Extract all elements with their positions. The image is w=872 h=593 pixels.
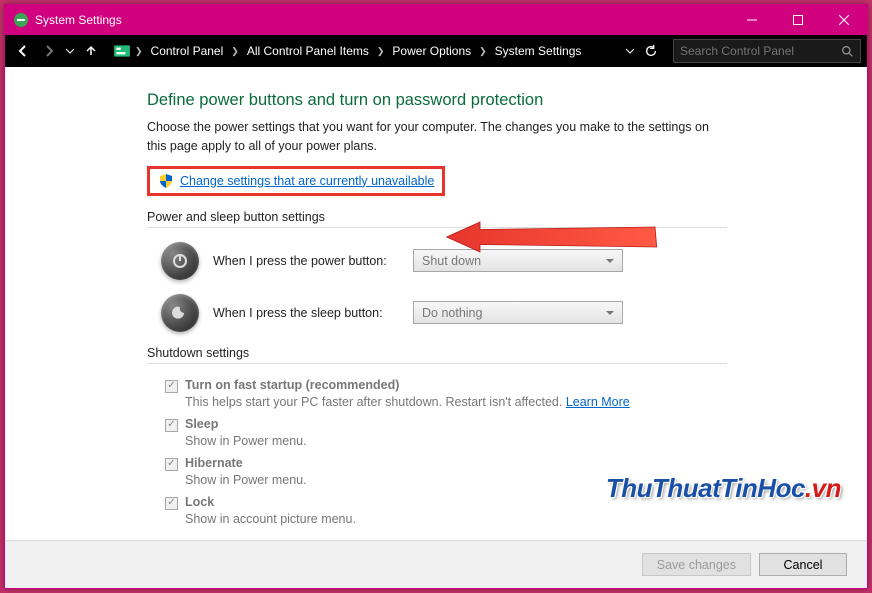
shield-icon — [158, 173, 174, 189]
sleep-button-label: When I press the sleep button: — [213, 306, 399, 320]
hibernate-checkbox[interactable] — [165, 458, 178, 471]
maximize-button[interactable] — [775, 5, 821, 35]
chevron-right-icon: ❯ — [229, 46, 241, 57]
admin-link-highlight: Change settings that are currently unava… — [147, 166, 445, 196]
titlebar: System Settings — [5, 5, 867, 35]
sleep-button-select[interactable]: Do nothing — [413, 301, 623, 324]
nav-up-button[interactable] — [79, 39, 103, 63]
hibernate-label: Hibernate — [185, 456, 243, 470]
sleep-icon — [161, 294, 199, 332]
lock-label: Lock — [185, 495, 214, 509]
power-button-value: Shut down — [422, 254, 481, 268]
lock-desc: Show in account picture menu. — [185, 512, 727, 526]
control-panel-icon — [113, 42, 131, 60]
fast-startup-checkbox[interactable] — [165, 380, 178, 393]
window-title: System Settings — [35, 13, 122, 27]
sleep-checkbox[interactable] — [165, 419, 178, 432]
save-button: Save changes — [642, 553, 751, 576]
page-heading: Define power buttons and turn on passwor… — [147, 91, 727, 110]
page-description: Choose the power settings that you want … — [147, 118, 727, 156]
search-input[interactable] — [680, 44, 841, 58]
lock-checkbox[interactable] — [165, 497, 178, 510]
nav-forward-button[interactable] — [37, 39, 61, 63]
section-power-label: Power and sleep button settings — [147, 210, 727, 224]
breadcrumb[interactable]: All Control Panel Items — [243, 44, 373, 58]
chevron-right-icon: ❯ — [477, 46, 489, 57]
minimize-button[interactable] — [729, 5, 775, 35]
power-button-label: When I press the power button: — [213, 254, 399, 268]
sleep-option-desc: Show in Power menu. — [185, 434, 727, 448]
breadcrumb[interactable]: Control Panel — [147, 44, 228, 58]
divider — [147, 227, 727, 228]
fast-startup-label: Turn on fast startup (recommended) — [185, 378, 399, 392]
search-icon — [841, 45, 854, 58]
footer: Save changes Cancel — [5, 540, 867, 588]
sleep-button-value: Do nothing — [422, 306, 482, 320]
power-icon — [161, 242, 199, 280]
breadcrumb[interactable]: System Settings — [491, 44, 586, 58]
cancel-button[interactable]: Cancel — [759, 553, 847, 576]
divider — [147, 363, 727, 364]
app-icon — [13, 12, 29, 28]
nav-recent-button[interactable] — [63, 39, 77, 63]
chevron-right-icon: ❯ — [375, 46, 387, 57]
refresh-button[interactable] — [639, 39, 663, 63]
nav-back-button[interactable] — [11, 39, 35, 63]
fast-startup-desc: This helps start your PC faster after sh… — [185, 395, 566, 409]
chevron-right-icon: ❯ — [133, 46, 145, 57]
sleep-option-label: Sleep — [185, 417, 218, 431]
nav-history-dropdown[interactable] — [623, 39, 637, 63]
content-area: Define power buttons and turn on passwor… — [5, 67, 867, 540]
navbar: ❯ Control Panel ❯ All Control Panel Item… — [5, 35, 867, 67]
hibernate-desc: Show in Power menu. — [185, 473, 727, 487]
section-shutdown-label: Shutdown settings — [147, 346, 727, 360]
power-button-select[interactable]: Shut down — [413, 249, 623, 272]
change-settings-link[interactable]: Change settings that are currently unava… — [180, 174, 434, 188]
search-box[interactable] — [673, 39, 861, 63]
learn-more-link[interactable]: Learn More — [566, 395, 630, 409]
breadcrumb[interactable]: Power Options — [388, 44, 475, 58]
close-button[interactable] — [821, 5, 867, 35]
